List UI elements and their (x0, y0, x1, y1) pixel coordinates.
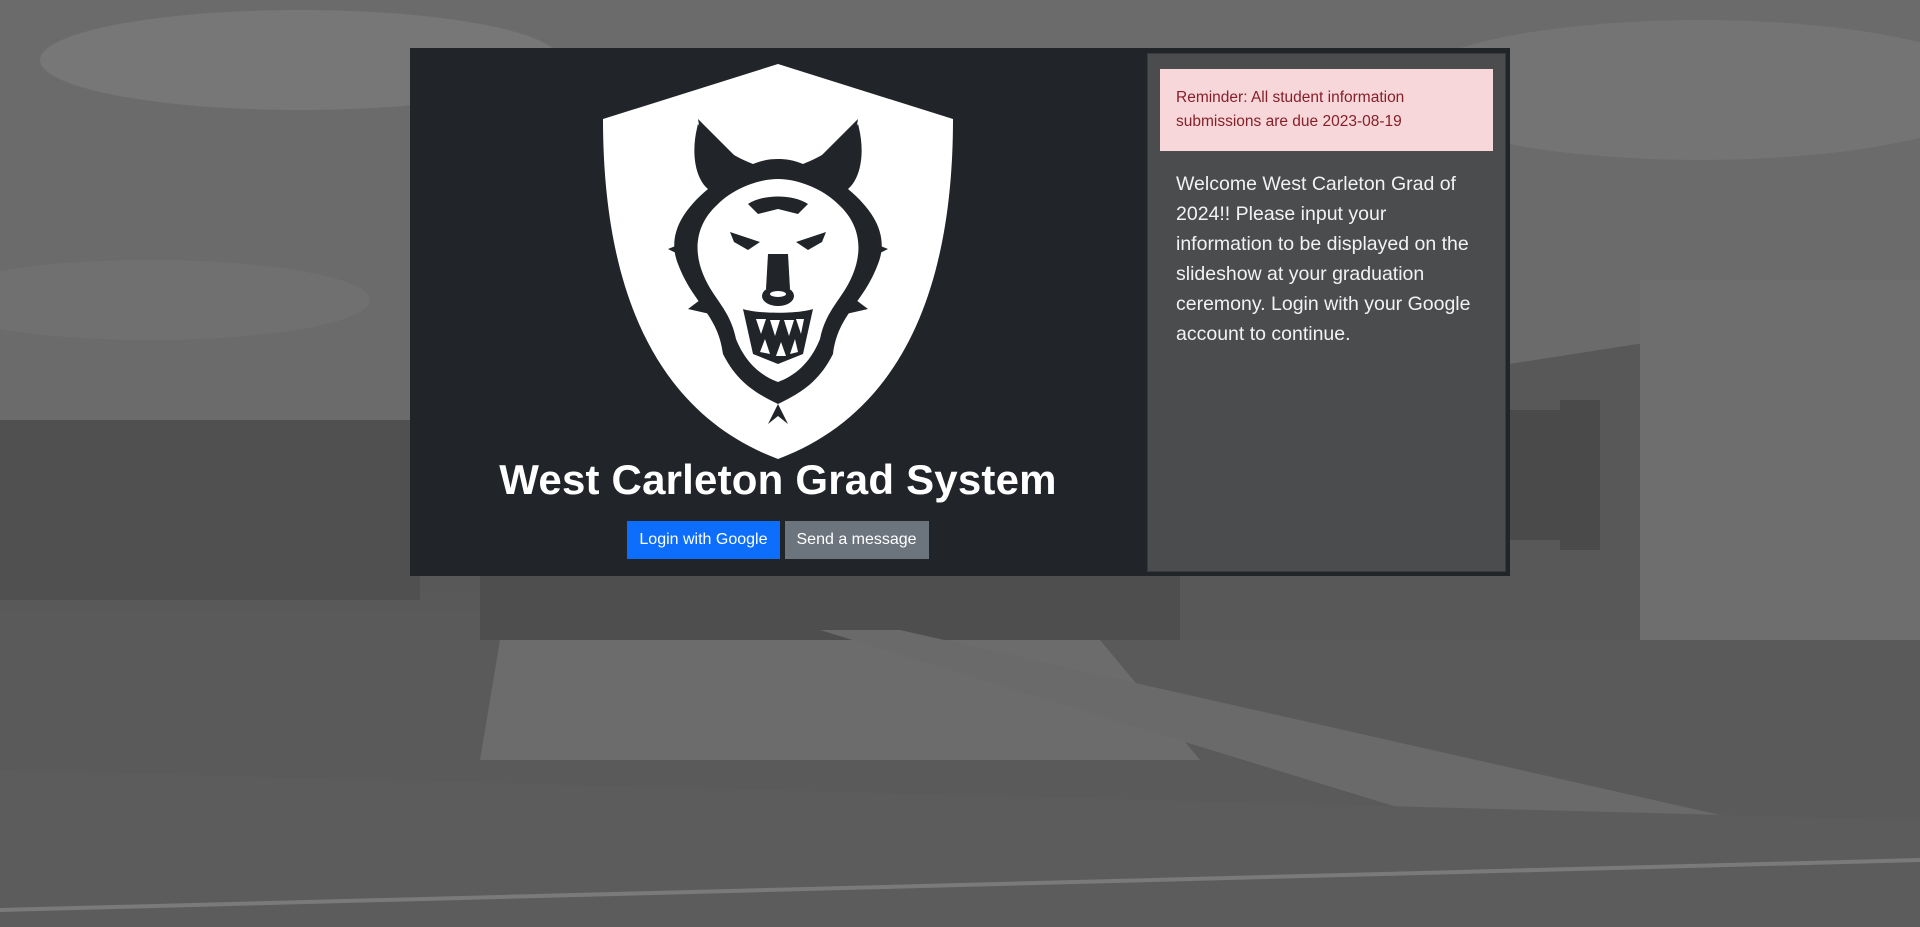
welcome-message: Welcome West Carleton Grad of 2024!! Ple… (1176, 173, 1471, 345)
wolf-crest-icon (603, 64, 953, 459)
info-panel: Reminder: All student information submis… (1147, 53, 1506, 572)
page-title: West Carleton Grad System (499, 456, 1057, 503)
login-with-google-button[interactable]: Login with Google (627, 521, 780, 559)
send-message-button[interactable]: Send a message (784, 521, 929, 559)
login-card: West Carleton Grad System Login with Goo… (410, 48, 1510, 576)
reminder-alert: Reminder: All student information submis… (1160, 69, 1493, 151)
branding-panel: West Carleton Grad System Login with Goo… (410, 48, 1146, 576)
action-buttons: Login with Google Send a message (410, 521, 1146, 559)
